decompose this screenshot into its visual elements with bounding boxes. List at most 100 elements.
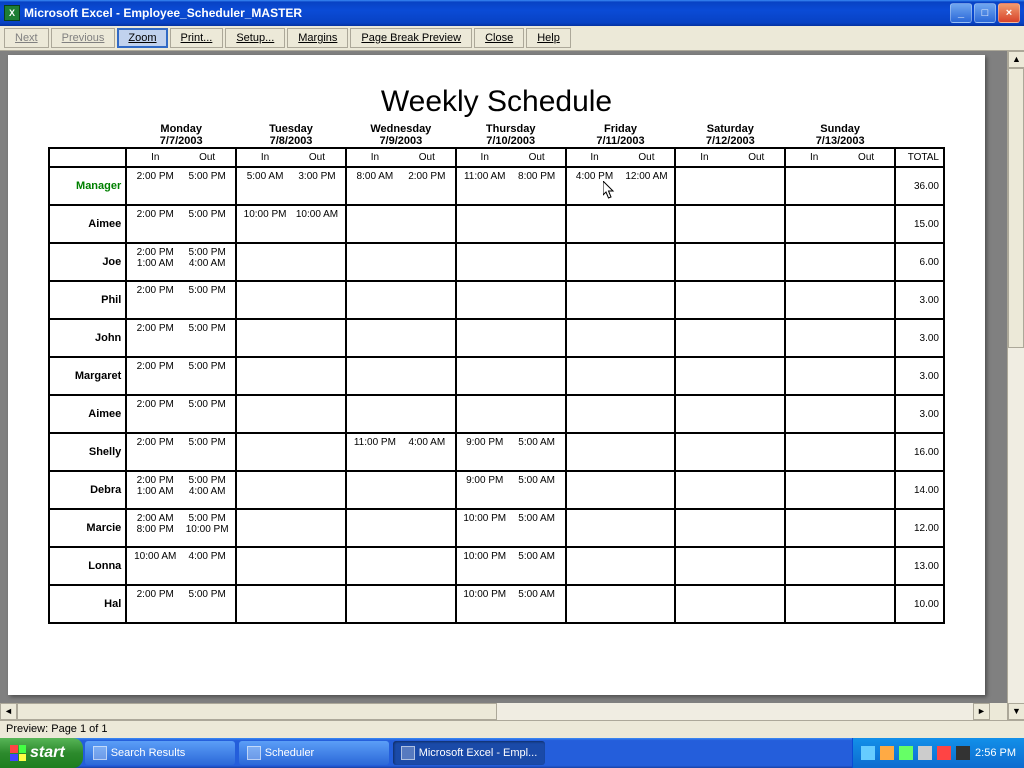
page-break-preview-button[interactable]: Page Break Preview bbox=[350, 28, 472, 48]
shift-cell bbox=[675, 471, 785, 509]
shift-cell: 11:00 AM8:00 PM bbox=[456, 167, 566, 205]
employee-name: Lonna bbox=[49, 547, 126, 585]
shift-cell: 2:00 PM5:00 PM bbox=[126, 167, 236, 205]
hscroll-thumb[interactable] bbox=[17, 703, 497, 720]
shift-cell bbox=[675, 357, 785, 395]
shift-cell bbox=[785, 243, 895, 281]
day-header: Sunday bbox=[785, 123, 895, 135]
table-row: Joe2:00 PM5:00 PM1:00 AM4:00 AM6.00 bbox=[49, 243, 944, 281]
shift-cell: 4:00 PM12:00 AM bbox=[566, 167, 676, 205]
page-preview[interactable]: Weekly Schedule MondayTuesdayWednesdayTh… bbox=[8, 55, 985, 695]
employee-name: Phil bbox=[49, 281, 126, 319]
shift-cell: 9:00 PM5:00 AM bbox=[456, 471, 566, 509]
table-row: Phil2:00 PM5:00 PM3.00 bbox=[49, 281, 944, 319]
shift-cell: 11:00 PM4:00 AM bbox=[346, 433, 456, 471]
day-header: Monday bbox=[126, 123, 236, 135]
shift-cell bbox=[566, 281, 676, 319]
shift-cell bbox=[236, 547, 346, 585]
shift-cell bbox=[566, 357, 676, 395]
vertical-scrollbar[interactable]: ▲ ▼ bbox=[1007, 51, 1024, 720]
tray-icon[interactable] bbox=[899, 746, 913, 760]
shift-cell bbox=[346, 243, 456, 281]
previous-button[interactable]: Previous bbox=[51, 28, 116, 48]
table-row: Aimee2:00 PM5:00 PM3.00 bbox=[49, 395, 944, 433]
day-header: Thursday bbox=[456, 123, 566, 135]
start-button[interactable]: start bbox=[0, 738, 83, 768]
shift-cell bbox=[785, 167, 895, 205]
close-preview-button[interactable]: Close bbox=[474, 28, 524, 48]
date-header: 7/13/2003 bbox=[785, 135, 895, 148]
shift-cell: 10:00 PM5:00 AM bbox=[456, 585, 566, 623]
shift-cell bbox=[456, 395, 566, 433]
shift-cell: 2:00 PM5:00 PM1:00 AM4:00 AM bbox=[126, 471, 236, 509]
in-label: In bbox=[788, 152, 840, 163]
total-cell: 15.00 bbox=[895, 205, 944, 243]
scroll-down-arrow-icon[interactable]: ▼ bbox=[1008, 703, 1024, 720]
maximize-button[interactable]: □ bbox=[974, 3, 996, 23]
help-button[interactable]: Help bbox=[526, 28, 571, 48]
scroll-up-arrow-icon[interactable]: ▲ bbox=[1008, 51, 1024, 68]
shift-cell bbox=[566, 547, 676, 585]
clock[interactable]: 2:56 PM bbox=[975, 747, 1016, 759]
total-cell: 3.00 bbox=[895, 357, 944, 395]
schedule-table: MondayTuesdayWednesdayThursdayFridaySatu… bbox=[48, 123, 945, 624]
shift-cell: 2:00 PM5:00 PM bbox=[126, 205, 236, 243]
vscroll-thumb[interactable] bbox=[1008, 68, 1024, 348]
shift-cell bbox=[785, 281, 895, 319]
table-row: Debra2:00 PM5:00 PM1:00 AM4:00 AM9:00 PM… bbox=[49, 471, 944, 509]
shift-cell: 5:00 AM3:00 PM bbox=[236, 167, 346, 205]
tray-icon[interactable] bbox=[956, 746, 970, 760]
close-button[interactable]: × bbox=[998, 3, 1020, 23]
tray-icon[interactable] bbox=[861, 746, 875, 760]
tray-icon[interactable] bbox=[937, 746, 951, 760]
total-cell: 14.00 bbox=[895, 471, 944, 509]
next-button[interactable]: Next bbox=[4, 28, 49, 48]
shift-cell bbox=[236, 243, 346, 281]
shift-cell bbox=[785, 471, 895, 509]
shift-cell: 10:00 AM4:00 PM bbox=[126, 547, 236, 585]
total-cell: 36.00 bbox=[895, 167, 944, 205]
shift-cell bbox=[236, 471, 346, 509]
tray-icon[interactable] bbox=[918, 746, 932, 760]
out-label: Out bbox=[511, 152, 563, 163]
setup-button[interactable]: Setup... bbox=[225, 28, 285, 48]
employee-name: Margaret bbox=[49, 357, 126, 395]
shift-cell bbox=[566, 319, 676, 357]
scroll-right-arrow-icon[interactable]: ► bbox=[973, 703, 990, 720]
date-header: 7/7/2003 bbox=[126, 135, 236, 148]
taskbar-item[interactable]: Search Results bbox=[85, 741, 235, 765]
taskbar: start Search ResultsSchedulerMicrosoft E… bbox=[0, 738, 1024, 768]
employee-name: Aimee bbox=[49, 205, 126, 243]
date-header: 7/10/2003 bbox=[456, 135, 566, 148]
print-button[interactable]: Print... bbox=[170, 28, 224, 48]
print-preview-toolbar: Next Previous Zoom Print... Setup... Mar… bbox=[0, 26, 1024, 51]
margins-button[interactable]: Margins bbox=[287, 28, 348, 48]
app-icon bbox=[401, 746, 415, 760]
shift-cell bbox=[675, 205, 785, 243]
total-cell: 16.00 bbox=[895, 433, 944, 471]
minimize-button[interactable]: _ bbox=[950, 3, 972, 23]
scroll-left-arrow-icon[interactable]: ◄ bbox=[0, 703, 17, 720]
table-row: Margaret2:00 PM5:00 PM3.00 bbox=[49, 357, 944, 395]
shift-cell bbox=[785, 357, 895, 395]
zoom-button[interactable]: Zoom bbox=[117, 28, 167, 48]
taskbar-item[interactable]: Microsoft Excel - Empl... bbox=[393, 741, 546, 765]
horizontal-scrollbar[interactable]: ◄ ► bbox=[0, 703, 990, 720]
shift-cell bbox=[346, 319, 456, 357]
date-header: 7/12/2003 bbox=[675, 135, 785, 148]
in-label: In bbox=[678, 152, 730, 163]
shift-cell: 2:00 PM5:00 PM bbox=[126, 319, 236, 357]
in-label: In bbox=[459, 152, 511, 163]
shift-cell: 2:00 PM5:00 PM bbox=[126, 433, 236, 471]
shift-cell: 10:00 PM10:00 AM bbox=[236, 205, 346, 243]
system-tray[interactable]: 2:56 PM bbox=[852, 738, 1024, 768]
tray-icon[interactable] bbox=[880, 746, 894, 760]
shift-cell: 2:00 PM5:00 PM bbox=[126, 281, 236, 319]
taskbar-item[interactable]: Scheduler bbox=[239, 741, 389, 765]
employee-name: Hal bbox=[49, 585, 126, 623]
preview-area: Weekly Schedule MondayTuesdayWednesdayTh… bbox=[0, 51, 1024, 720]
shift-cell bbox=[236, 433, 346, 471]
shift-cell bbox=[675, 243, 785, 281]
day-header: Tuesday bbox=[236, 123, 346, 135]
shift-cell bbox=[785, 395, 895, 433]
